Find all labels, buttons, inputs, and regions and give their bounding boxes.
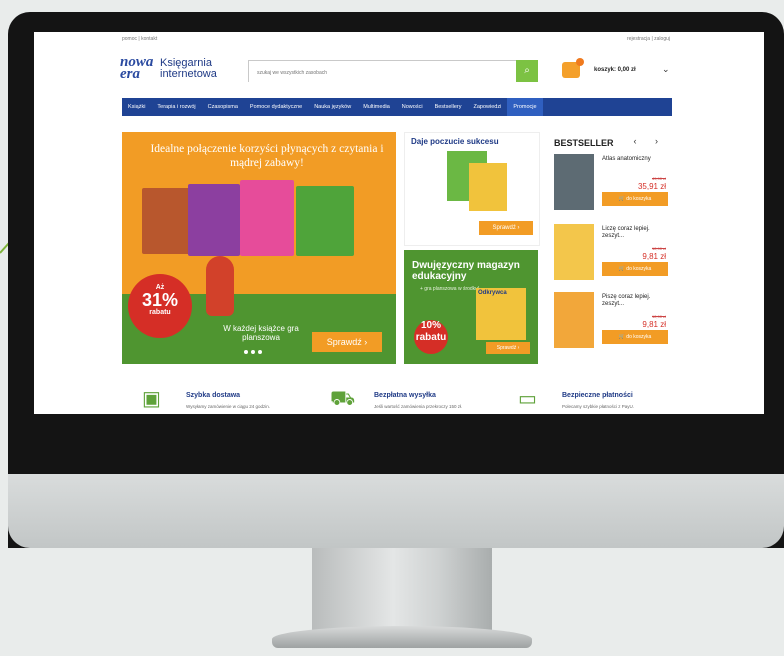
credit-card-icon: ▭	[518, 388, 537, 410]
product-name: Liczę coraz lepiej. zeszyt...	[602, 226, 650, 239]
book-cover	[554, 154, 594, 210]
hero-title: Idealne połączenie korzyści płynących z …	[150, 143, 384, 169]
bestseller-box: BESTSELLER ‹ › Atlas anatomiczny 49,90 z…	[546, 132, 674, 364]
bestseller-arrows[interactable]: ‹ ›	[634, 136, 667, 146]
mascot-illustration	[206, 256, 234, 316]
search-button[interactable]: ⌕	[516, 60, 538, 82]
feature-fast-delivery: ▣ Szybka dostawa Wysyłamy zamówienie w c…	[122, 378, 296, 414]
feature-free-shipping: ⛟ Bezpłatna wysyłka Jeśli wartość zamówi…	[310, 378, 484, 414]
magazine-discount-badge: 10% rabatu	[414, 320, 448, 354]
book-cover	[554, 224, 594, 280]
product-name: Atlas anatomiczny	[602, 156, 651, 162]
promo-success-title: Daje poczucie sukcesu	[411, 137, 499, 146]
price: 9,81 zł	[642, 320, 666, 329]
carousel-dots[interactable]	[244, 350, 262, 354]
nav-item-new[interactable]: Nowości	[396, 104, 429, 110]
hero-subtitle: W każdej książce gra planszowa	[223, 324, 299, 342]
cart[interactable]: koszyk: 0,00 zł ⌄	[562, 58, 702, 82]
book-cover	[240, 180, 294, 256]
promo-magazine[interactable]: Dwujęzyczny magazyn edukacyjny + gra pla…	[404, 250, 538, 364]
logo-name: Księgarnia internetowa	[160, 57, 217, 80]
nav-item-magazines[interactable]: Czasopisma	[202, 104, 244, 110]
feature-desc: Wysyłamy zamówienie w ciągu 24 godzin.	[186, 404, 270, 409]
website-screen: pomoc | kontakt rejestracja | zaloguj no…	[34, 32, 764, 414]
nav-item-multimedia[interactable]: Multimedia	[357, 104, 396, 110]
nav-item-books[interactable]: Książki	[122, 104, 151, 110]
monitor-base	[272, 626, 532, 648]
promo-magazine-subtitle: + gra planszowa w środku!	[420, 286, 480, 292]
nav-item-teaching-aids[interactable]: Pomoce dydaktyczne	[244, 104, 308, 110]
old-price: 49,90 zł	[651, 176, 666, 181]
bestseller-title: BESTSELLER	[554, 138, 614, 148]
search-input[interactable]	[249, 63, 519, 83]
help-contact-links[interactable]: pomoc | kontakt	[122, 36, 157, 42]
price: 35,91 zł	[637, 182, 666, 191]
search-icon: ⌕	[524, 65, 530, 76]
logo-mark: nowa era	[120, 54, 154, 82]
book-cover	[469, 163, 507, 211]
hero-banner[interactable]: Idealne połączenie korzyści płynących z …	[122, 132, 396, 364]
nav-item-promotions[interactable]: Promocje	[507, 98, 543, 116]
price: 9,81 zł	[642, 252, 666, 261]
nav-item-therapy[interactable]: Terapia i rozwój	[151, 104, 201, 110]
promo-magazine-cta[interactable]: Sprawdź ›	[486, 342, 530, 354]
feature-desc: Polecamy szybkie płatności z PayU.	[562, 404, 635, 409]
feature-desc: Jeśli wartość zamówienia przekroczy 150 …	[374, 404, 463, 409]
cart-icon	[562, 58, 584, 78]
bestseller-item[interactable]: Piszę coraz lepiej. zeszyt... 12,90 zł 9…	[554, 292, 674, 356]
main-nav: Książki Terapia i rozwój Czasopisma Pomo…	[122, 98, 672, 116]
add-to-cart-button[interactable]: 🛒 do koszyka	[602, 192, 668, 206]
feature-title: Bezpieczne płatności	[562, 392, 633, 399]
magazine-cover: Odkrywca	[476, 288, 526, 340]
site-logo[interactable]: nowa era Księgarnia internetowa	[120, 54, 217, 82]
search-bar: ⌕	[248, 60, 538, 83]
book-cover	[142, 188, 190, 254]
top-links: pomoc | kontakt rejestracja | zaloguj	[122, 36, 670, 42]
bestseller-item[interactable]: Liczę coraz lepiej. zeszyt... 12,90 zł 9…	[554, 224, 674, 288]
product-name: Piszę coraz lepiej. zeszyt...	[602, 294, 651, 307]
promo-success-cta[interactable]: Sprawdź ›	[479, 221, 533, 235]
nav-item-languages[interactable]: Nauka języków	[308, 104, 357, 110]
add-to-cart-button[interactable]: 🛒 do koszyka	[602, 330, 668, 344]
feature-secure-payments: ▭ Bezpieczne płatności Polecamy szybkie …	[498, 378, 672, 414]
add-to-cart-button[interactable]: 🛒 do koszyka	[602, 262, 668, 276]
book-cover	[188, 184, 240, 256]
hero-cta-button[interactable]: Sprawdź ›	[312, 332, 382, 352]
monitor-chin	[8, 474, 784, 548]
book-cover	[296, 186, 354, 256]
chevron-down-icon[interactable]: ⌄	[662, 64, 670, 75]
box-icon: ▣	[142, 388, 161, 410]
book-cover	[554, 292, 594, 348]
old-price: 12,90 zł	[651, 246, 666, 251]
promo-success[interactable]: Daje poczucie sukcesu Sprawdź ›	[404, 132, 540, 246]
register-login-links[interactable]: rejestracja | zaloguj	[627, 36, 670, 42]
truck-icon: ⛟	[330, 388, 356, 410]
feature-title: Szybka dostawa	[186, 392, 241, 399]
promo-magazine-title: Dwujęzyczny magazyn edukacyjny	[412, 260, 520, 282]
discount-badge: Aż 31% rabatu	[128, 274, 192, 338]
bestseller-item[interactable]: Atlas anatomiczny 49,90 zł 35,91 zł 🛒 do…	[554, 154, 674, 218]
monitor-stand	[312, 548, 492, 634]
cart-label: koszyk: 0,00 zł	[594, 67, 636, 73]
old-price: 12,90 zł	[651, 314, 666, 319]
nav-item-upcoming[interactable]: Zapowiedzi	[467, 104, 507, 110]
feature-title: Bezpłatna wysyłka	[374, 392, 436, 399]
nav-item-bestsellers[interactable]: Bestsellery	[429, 104, 468, 110]
